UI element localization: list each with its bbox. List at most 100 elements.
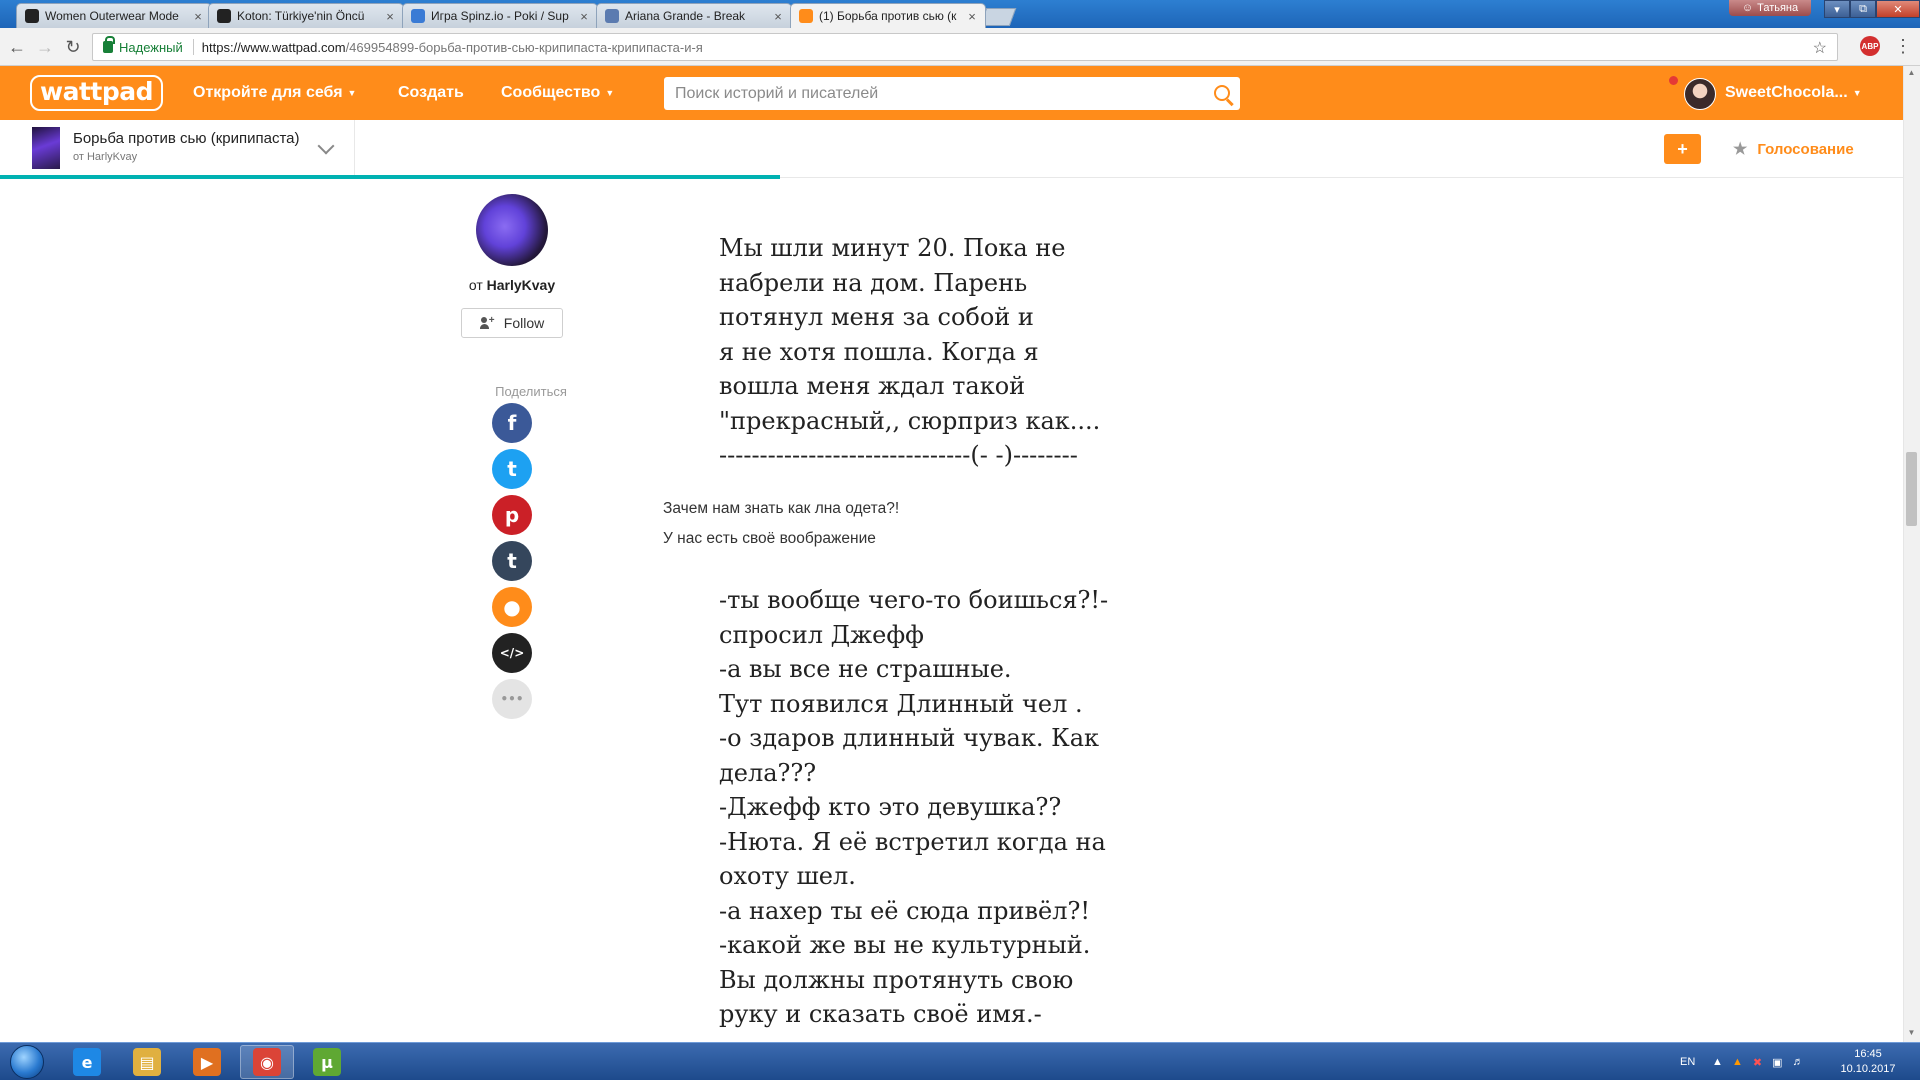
- bookmark-star-icon[interactable]: ☆: [1813, 38, 1827, 58]
- close-tab-icon[interactable]: ×: [965, 9, 979, 24]
- more-icon[interactable]: •••: [492, 679, 532, 719]
- adblock-extension-icon[interactable]: ABP: [1860, 36, 1880, 56]
- browser-menu-icon[interactable]: ⋮: [1894, 36, 1912, 56]
- browser-profile-button[interactable]: ☺ Татьяна: [1729, 0, 1811, 16]
- error-tray-icon[interactable]: ✖: [1753, 1056, 1762, 1069]
- start-button[interactable]: [4, 1043, 50, 1081]
- story-paragraph: Мы шли минут 20. Пока не набрели на дом. …: [719, 231, 1139, 473]
- browser-tab[interactable]: (1) Борьба против сью (к ×: [790, 3, 986, 28]
- vote-label: Голосование: [1757, 140, 1854, 158]
- poki-icon: [411, 9, 425, 23]
- caret-down-icon: ▼: [605, 88, 615, 98]
- user-menu[interactable]: SweetChocola... ▼: [1725, 66, 1862, 120]
- taskbar-app[interactable]: ▤: [120, 1045, 174, 1079]
- author-avatar[interactable]: [476, 194, 548, 266]
- story-line: руку и сказать своё имя.-: [719, 1000, 1042, 1028]
- browser-tab[interactable]: Koton: Türkiye'nin Öncü ×: [208, 3, 404, 28]
- star-icon: ★: [1733, 141, 1748, 158]
- reload-icon[interactable]: ↻: [62, 36, 84, 58]
- secure-label: Надежный: [119, 39, 183, 55]
- facebook-icon[interactable]: f: [492, 403, 532, 443]
- pinterest-icon[interactable]: p: [492, 495, 532, 535]
- taskbar-app[interactable]: ◉: [240, 1045, 294, 1079]
- story-divider: [354, 120, 355, 178]
- clock-date: 10.10.2017: [1840, 1063, 1896, 1075]
- story-line: -Нюта. Я её встретил когда на: [719, 827, 1106, 856]
- tumblr-icon[interactable]: t: [492, 541, 532, 581]
- story-line: -------------------------------(- -)----…: [719, 441, 1078, 469]
- close-tab-icon[interactable]: ×: [191, 9, 205, 24]
- scroll-up-arrow-icon[interactable]: ▲: [1906, 68, 1917, 80]
- browser-tab[interactable]: Ariana Grande - Break ×: [596, 3, 792, 28]
- back-arrow-icon[interactable]: ←: [6, 36, 28, 58]
- forward-arrow-icon[interactable]: →: [34, 36, 56, 58]
- nav-discover[interactable]: Откройте для себя ▼: [193, 66, 356, 120]
- minimize-button[interactable]: ▾: [1824, 0, 1850, 18]
- user-avatar[interactable]: [1684, 78, 1716, 110]
- url-path: /469954899-борьба-против-сью-крипипаста-…: [345, 39, 703, 55]
- avast-tray-icon[interactable]: ▲: [1732, 1056, 1743, 1068]
- browser-tab[interactable]: Women Outerwear Mode ×: [16, 3, 212, 28]
- follow-button[interactable]: + Follow: [461, 308, 563, 338]
- user-icon[interactable]: ●: [492, 587, 532, 627]
- taskbar-app[interactable]: ▶: [180, 1045, 234, 1079]
- browser-toolbar: ← → ↻ Надежный https://www.wattpad.com /…: [0, 28, 1920, 66]
- close-tab-icon[interactable]: ×: [383, 9, 397, 24]
- story-line: Вы должны протянуть свою: [719, 965, 1074, 994]
- story-line: -Джефф кто это девушка??: [719, 793, 1062, 821]
- story-line: дела???: [719, 758, 817, 787]
- author-name[interactable]: HarlyKvay: [487, 277, 556, 293]
- search-input[interactable]: [675, 84, 1206, 103]
- profile-name: Татьяна: [1757, 2, 1799, 14]
- clock-time: 16:45: [1854, 1048, 1882, 1060]
- author-prefix: от: [468, 277, 483, 293]
- restore-button[interactable]: ⧉: [1850, 0, 1876, 18]
- wattpad-logo[interactable]: wattpad: [30, 75, 164, 111]
- network-tray-icon[interactable]: ▣: [1772, 1056, 1782, 1069]
- story-line: -а нахер ты её сюда привёл?!: [719, 896, 1091, 925]
- caret-down-icon: ▼: [347, 88, 357, 98]
- story-title[interactable]: Борьба против сью (крипипаста): [73, 130, 299, 147]
- close-tab-icon[interactable]: ×: [771, 9, 785, 24]
- story-line: Мы шли минут 20. Пока не: [719, 234, 1066, 262]
- search-icon[interactable]: [1206, 77, 1240, 110]
- notification-dot: [1669, 76, 1678, 85]
- nav-discover-label: Откройте для себя: [193, 84, 343, 101]
- close-window-button[interactable]: ✕: [1876, 0, 1920, 18]
- story-line: -о здаров длинный чувак. Как: [719, 724, 1100, 752]
- language-indicator[interactable]: EN: [1680, 1043, 1695, 1081]
- nav-create[interactable]: Создать: [398, 66, 464, 120]
- tray-expand-icon[interactable]: ▲: [1712, 1043, 1723, 1081]
- window-controls: ▾ ⧉ ✕: [1824, 0, 1920, 18]
- address-bar[interactable]: Надежный https://www.wattpad.com /469954…: [92, 33, 1838, 61]
- browser-tab-title: Women Outerwear Mode: [45, 9, 179, 23]
- close-tab-icon[interactable]: ×: [577, 9, 591, 24]
- search-box: [664, 77, 1240, 110]
- nav-community[interactable]: Сообщество ▼: [501, 66, 614, 120]
- volume-tray-icon[interactable]: ♬: [1793, 1056, 1804, 1068]
- taskbar-app[interactable]: e: [60, 1045, 114, 1079]
- browser-tab-title: Ariana Grande - Break: [625, 9, 746, 23]
- follow-label: Follow: [503, 315, 545, 331]
- page-scrollbar-track[interactable]: [1903, 66, 1920, 1042]
- embed-icon[interactable]: </>: [492, 633, 532, 673]
- koton-icon: [217, 9, 231, 23]
- browser-tab-strip: Women Outerwear Mode × Koton: Türkiye'nin …: [0, 0, 1920, 28]
- browser-tab[interactable]: Игра Spinz.io - Poki / Sup ×: [402, 3, 598, 28]
- scroll-down-arrow-icon[interactable]: ▼: [1906, 1028, 1917, 1040]
- taskbar-clock[interactable]: 16:45 10.10.2017: [1820, 1047, 1916, 1077]
- add-to-library-button[interactable]: +: [1664, 134, 1701, 164]
- taskbar-app[interactable]: µ: [300, 1045, 354, 1079]
- nav-create-label: Создать: [398, 84, 464, 101]
- vote-button[interactable]: ★ Голосование: [1733, 134, 1854, 164]
- chrome-icon: ◉: [253, 1048, 281, 1076]
- chevron-down-icon[interactable]: [318, 140, 334, 156]
- story-paragraph: -ты вообще чего-то боишься?!- спросил Дже…: [719, 583, 1139, 1032]
- story-cover[interactable]: [32, 127, 60, 169]
- story-line: -а вы все не страшные.: [719, 655, 1012, 683]
- username-label: SweetChocola...: [1725, 84, 1848, 101]
- twitter-icon[interactable]: t: [492, 449, 532, 489]
- explorer-icon: ▤: [133, 1048, 161, 1076]
- media-player-icon: ▶: [193, 1048, 221, 1076]
- page-scrollbar-thumb[interactable]: [1906, 452, 1917, 526]
